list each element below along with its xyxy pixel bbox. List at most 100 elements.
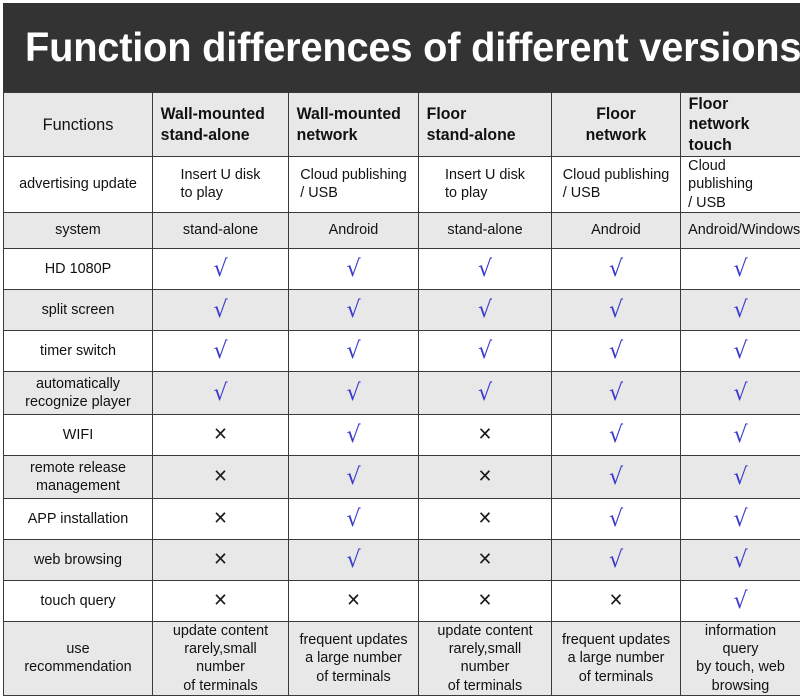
cell-mark: √ xyxy=(292,465,416,488)
table-cell-wall_network: √ xyxy=(289,498,419,539)
table-row: remote releasemanagement✕√✕√√ xyxy=(4,455,800,498)
cell-mark: √ xyxy=(292,507,416,530)
cell-text-line2: by touch, web xyxy=(688,658,793,676)
row-label-cell: userecommendation xyxy=(4,621,153,695)
check-icon: √ xyxy=(733,299,747,322)
cell-text-line3: of terminals xyxy=(296,668,410,686)
column-header-label: Functions xyxy=(7,114,149,135)
check-icon: √ xyxy=(733,549,747,572)
table-cell-wall_stand_alone: Insert U diskto play xyxy=(153,157,289,213)
cell-mark: √ xyxy=(683,423,797,446)
column-header-label: Floornetwork touch xyxy=(681,94,795,155)
check-icon: √ xyxy=(478,258,492,281)
check-icon: √ xyxy=(733,424,747,447)
table-cell-wall_stand_alone: update contentrarely,small numberof term… xyxy=(153,621,289,695)
cell-mark: ✕ xyxy=(422,509,549,529)
table-cell-floor_network: √ xyxy=(552,248,681,289)
cell-mark: ✕ xyxy=(422,467,549,487)
table-cell-wall_network: √ xyxy=(289,289,419,330)
row-label: timer switch xyxy=(7,342,149,360)
cell-mark: √ xyxy=(422,257,549,280)
column-header-line2: network touch xyxy=(689,114,788,155)
column-header-label: Floornetwork xyxy=(555,104,678,145)
row-label: WIFI xyxy=(7,426,149,444)
cell-text-line2: rarely,small number xyxy=(161,640,281,677)
row-label-cell: system xyxy=(4,212,153,248)
row-label: automaticallyrecognize player xyxy=(7,375,149,412)
cell-mark: ✕ xyxy=(156,509,286,529)
table-cell-wall_network: √ xyxy=(289,248,419,289)
cell-text: frequent updatesa large numberof termina… xyxy=(292,631,416,686)
check-icon: √ xyxy=(609,466,623,489)
cell-mark: √ xyxy=(292,381,416,404)
table-cell-floor_network: frequent updatesa large numberof termina… xyxy=(552,621,681,695)
cell-text-line3: of terminals xyxy=(426,677,543,695)
cell-mark: √ xyxy=(422,381,549,404)
cell-mark: √ xyxy=(683,381,797,404)
row-label-cell: web browsing xyxy=(4,539,153,580)
check-icon: √ xyxy=(609,258,623,281)
check-icon: √ xyxy=(213,258,227,281)
cell-mark: √ xyxy=(555,298,678,321)
cell-text-line1: Cloud publishing xyxy=(688,157,793,194)
table-cell-wall_stand_alone: √ xyxy=(153,371,289,414)
row-label: HD 1080P xyxy=(7,260,149,278)
cell-text: information queryby touch, webbrowsing xyxy=(683,622,797,695)
table-cell-floor_network_touch: √ xyxy=(681,539,800,580)
row-label-cell: automaticallyrecognize player xyxy=(4,371,153,414)
row-label: system xyxy=(7,221,149,239)
cell-text-line1: Insert U disk xyxy=(180,166,260,184)
column-header-line1: Wall-mounted xyxy=(161,104,275,124)
cross-icon: ✕ xyxy=(213,591,227,609)
cell-text: Cloud publishing/ USB xyxy=(683,157,797,212)
table-cell-wall_network: √ xyxy=(289,455,419,498)
cell-mark: √ xyxy=(292,298,416,321)
cell-text-line1: frequent updates xyxy=(559,631,672,649)
row-label: split screen xyxy=(7,301,149,319)
table-cell-floor_stand_alone: update contentrarely,small numberof term… xyxy=(419,621,552,695)
table-cell-floor_network: √ xyxy=(552,414,681,455)
table-row: split screen√√√√√ xyxy=(4,289,800,330)
cell-text-line2: a large number xyxy=(296,649,410,667)
cell-mark: √ xyxy=(555,465,678,488)
table-cell-floor_stand_alone: ✕ xyxy=(419,455,552,498)
table-cell-floor_network_touch: √ xyxy=(681,455,800,498)
row-label: web browsing xyxy=(7,551,149,569)
check-icon: √ xyxy=(346,466,360,489)
column-header-label: Floorstand-alone xyxy=(419,104,546,145)
cell-text-line3: of terminals xyxy=(161,677,281,695)
cell-mark: √ xyxy=(156,298,286,321)
table-cell-wall_network: √ xyxy=(289,414,419,455)
table-cell-floor_network_touch: √ xyxy=(681,289,800,330)
version-comparison-table: FunctionsWall-mountedstand-aloneWall-mou… xyxy=(3,92,800,696)
cell-text: stand-alone xyxy=(156,221,286,239)
column-header-floor_network_touch: Floornetwork touch xyxy=(681,93,800,157)
table-cell-wall_stand_alone: √ xyxy=(153,289,289,330)
row-label-cell: APP installation xyxy=(4,498,153,539)
cell-mark: √ xyxy=(683,339,797,362)
cell-mark: √ xyxy=(555,548,678,571)
cell-text: frequent updatesa large numberof termina… xyxy=(555,631,678,686)
cell-text-line2: / USB xyxy=(300,184,406,202)
cell-mark: √ xyxy=(683,465,797,488)
table-row: APP installation✕√✕√√ xyxy=(4,498,800,539)
cell-mark: √ xyxy=(555,507,678,530)
row-label: userecommendation xyxy=(7,640,149,677)
title-banner: Function differences of different versio… xyxy=(3,3,800,92)
table-cell-floor_stand_alone: √ xyxy=(419,248,552,289)
column-header-line1: Floor xyxy=(562,104,670,124)
cross-icon: ✕ xyxy=(478,550,492,568)
cross-icon: ✕ xyxy=(478,509,492,527)
table-cell-floor_stand_alone: ✕ xyxy=(419,580,552,621)
cell-text: stand-alone xyxy=(422,221,549,239)
table-cell-wall_network: √ xyxy=(289,371,419,414)
row-label-line1: automatically xyxy=(12,375,144,393)
check-icon: √ xyxy=(346,549,360,572)
cell-text-line2: / USB xyxy=(688,194,793,212)
column-header-floor_stand_alone: Floorstand-alone xyxy=(419,93,552,157)
cell-text-line1: Cloud publishing xyxy=(563,166,669,184)
cell-mark: √ xyxy=(683,298,797,321)
cell-mark: √ xyxy=(292,548,416,571)
table-row: WIFI✕√✕√√ xyxy=(4,414,800,455)
cell-mark: ✕ xyxy=(422,550,549,570)
